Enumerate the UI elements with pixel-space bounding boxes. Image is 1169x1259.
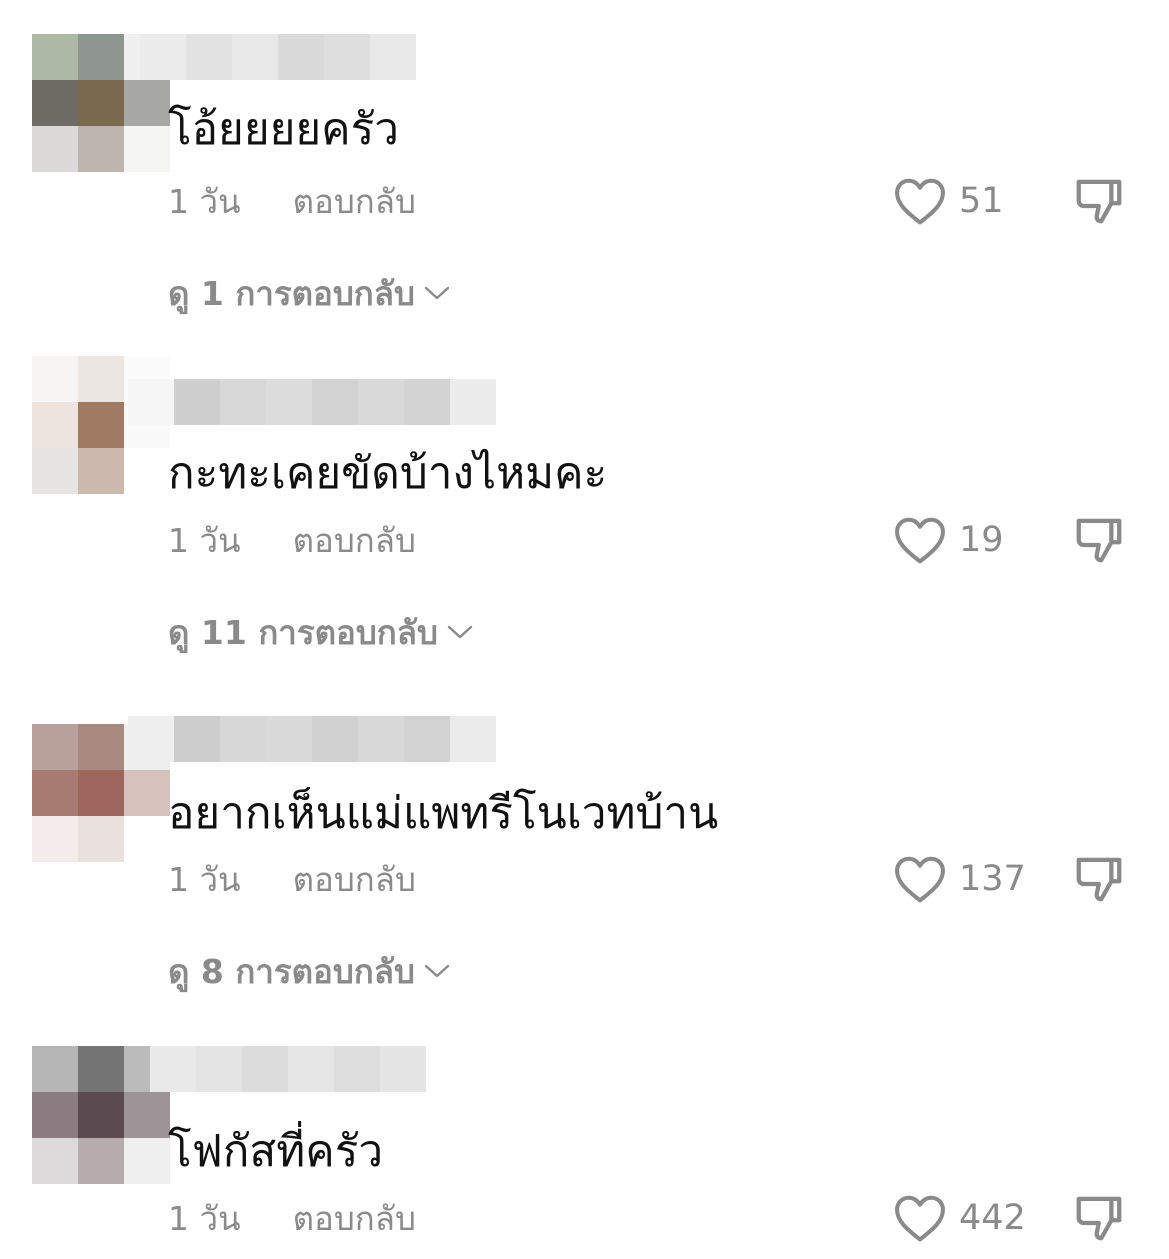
chevron-down-icon xyxy=(447,625,473,639)
like-button[interactable]: 442 xyxy=(893,1191,1026,1245)
reply-button[interactable]: ตอบกลับ xyxy=(293,853,416,906)
dislike-button[interactable] xyxy=(1072,852,1126,906)
view-replies-label: ดู 1 การตอบกลับ xyxy=(168,273,415,313)
username-blurred[interactable] xyxy=(140,34,416,80)
reply-button[interactable]: ตอบกลับ xyxy=(293,175,416,228)
thumbs-down-outline-icon xyxy=(1076,857,1122,902)
dislike-button[interactable] xyxy=(1072,174,1126,228)
comment-text: อยากเห็นแม่แพทรีโนเวทบ้าน xyxy=(168,788,719,839)
comment-text: โอ้ยยยยครัว xyxy=(168,104,399,155)
view-replies-label: ดู 11 การตอบกลับ xyxy=(168,612,438,652)
heart-outline-icon xyxy=(895,517,945,564)
comment-meta: 1 วัน ตอบกลับ xyxy=(168,176,416,226)
view-replies-button[interactable]: ดู 1 การตอบกลับ xyxy=(168,270,451,316)
thumbs-down-outline-icon xyxy=(1076,1196,1122,1241)
view-replies-label: ดู 8 การตอบกลับ xyxy=(168,951,415,991)
like-button[interactable]: 51 xyxy=(893,174,1004,228)
username-blurred[interactable] xyxy=(128,716,496,762)
like-button[interactable]: 137 xyxy=(893,852,1026,906)
dislike-button[interactable] xyxy=(1072,1191,1126,1245)
thumbs-down-outline-icon xyxy=(1076,518,1122,563)
comment-time: 1 วัน xyxy=(168,859,241,899)
chevron-down-icon xyxy=(424,286,450,300)
username-blurred[interactable] xyxy=(128,379,496,425)
comment-meta: 1 วัน ตอบกลับ xyxy=(168,515,416,565)
heart-outline-icon xyxy=(895,856,945,903)
comment-time: 1 วัน xyxy=(168,181,241,221)
like-count: 137 xyxy=(959,859,1026,899)
heart-outline-icon xyxy=(895,178,945,225)
like-count: 19 xyxy=(959,520,1004,560)
thumbs-down-outline-icon xyxy=(1076,179,1122,224)
comment-text: กะทะเคยขัดบ้างไหมคะ xyxy=(168,448,608,499)
like-button[interactable]: 19 xyxy=(893,513,1004,567)
like-count: 51 xyxy=(959,181,1004,221)
username-blurred[interactable] xyxy=(150,1046,426,1092)
comment-meta: 1 วัน ตอบกลับ xyxy=(168,854,416,904)
comment-meta: 1 วัน ตอบกลับ xyxy=(168,1193,416,1243)
comment-time: 1 วัน xyxy=(168,1198,241,1238)
like-count: 442 xyxy=(959,1198,1026,1238)
comment-text: โฟกัสที่ครัว xyxy=(168,1126,384,1177)
reply-button[interactable]: ตอบกลับ xyxy=(293,1192,416,1245)
heart-outline-icon xyxy=(895,1195,945,1242)
view-replies-button[interactable]: ดู 11 การตอบกลับ xyxy=(168,609,474,655)
view-replies-button[interactable]: ดู 8 การตอบกลับ xyxy=(168,948,451,994)
reply-button[interactable]: ตอบกลับ xyxy=(293,514,416,567)
comment-time: 1 วัน xyxy=(168,520,241,560)
chevron-down-icon xyxy=(424,964,450,978)
dislike-button[interactable] xyxy=(1072,513,1126,567)
avatar[interactable] xyxy=(32,356,170,494)
